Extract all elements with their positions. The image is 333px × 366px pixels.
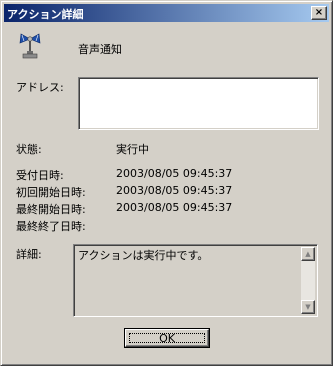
details-text: アクションは実行中です。 <box>78 249 209 262</box>
scroll-up-button[interactable]: ▲ <box>301 247 315 261</box>
address-label: アドレス: <box>16 81 64 94</box>
close-icon: × <box>314 7 324 18</box>
status-label: 状態: <box>16 143 42 156</box>
scroll-down-button[interactable]: ▼ <box>301 300 315 314</box>
received-time-label: 受付日時: <box>16 169 64 182</box>
last-end-time-label: 最終終了日時: <box>16 220 86 233</box>
details-label: 詳細: <box>16 248 42 261</box>
last-start-time-label: 最終開始日時: <box>16 203 86 216</box>
ok-button-bevel: OK <box>125 329 209 347</box>
ok-button-label: OK <box>129 333 205 344</box>
status-value: 実行中 <box>116 143 149 156</box>
arrow-down-icon: ▼ <box>305 303 311 311</box>
last-start-time-value: 2003/08/05 09:45:37 <box>116 201 233 214</box>
details-scrollbar[interactable]: ▲ ▼ <box>301 247 315 314</box>
action-name: 音声通知 <box>78 43 122 56</box>
received-time-value: 2003/08/05 09:45:37 <box>116 167 233 180</box>
address-field[interactable] <box>78 77 319 130</box>
arrow-up-icon: ▲ <box>305 250 311 258</box>
action-details-window: アクション詳細 × 音声通知 アドレス: 状態: 実行中 受付日時: 2003/… <box>0 0 333 366</box>
title-bar[interactable]: アクション詳細 × <box>4 4 329 22</box>
ok-button[interactable]: OK <box>124 328 210 348</box>
close-button[interactable]: × <box>311 6 327 20</box>
first-start-time-label: 初回開始日時: <box>16 186 86 199</box>
speaker-icon <box>19 33 41 59</box>
window-title: アクション詳細 <box>7 8 84 21</box>
details-textarea[interactable]: アクションは実行中です。 ▲ ▼ <box>73 244 318 317</box>
first-start-time-value: 2003/08/05 09:45:37 <box>116 184 233 197</box>
